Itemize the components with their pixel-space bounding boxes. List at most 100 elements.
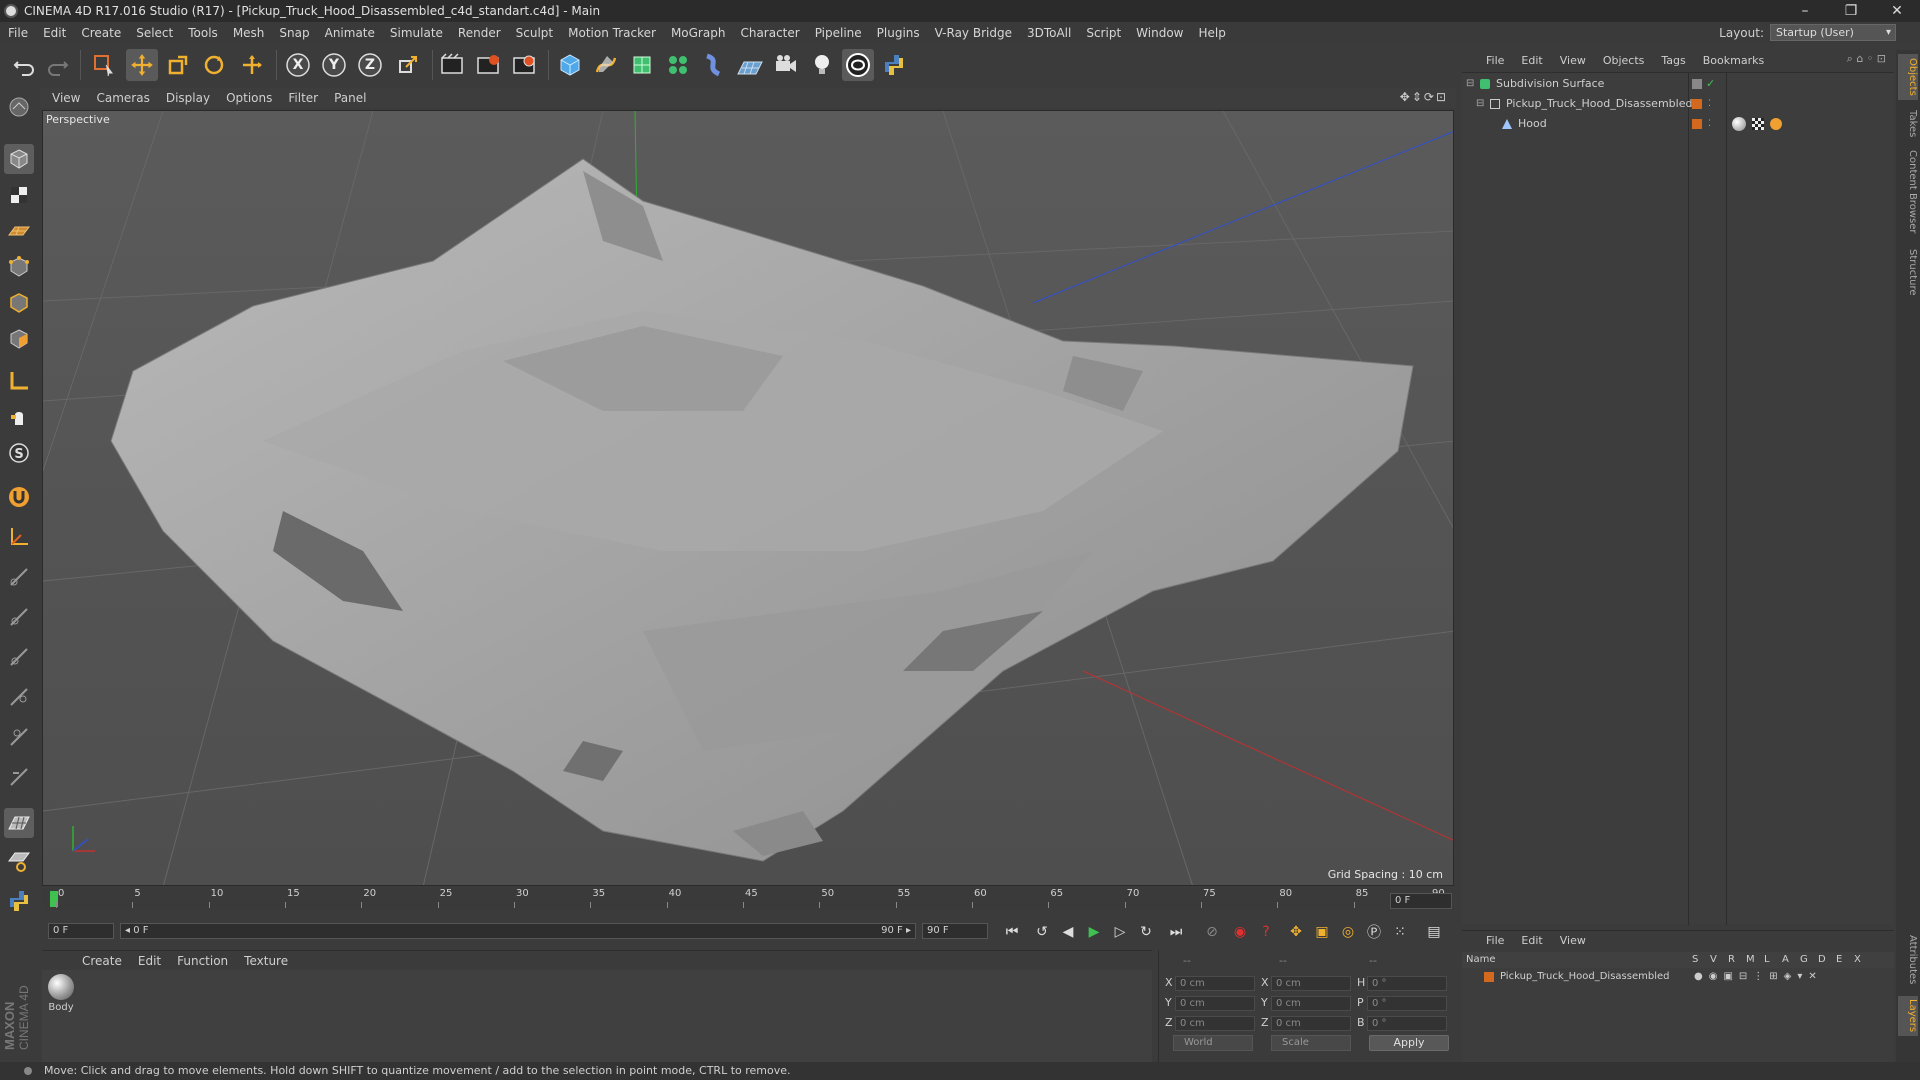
menu-motion-tracker[interactable]: Motion Tracker [568,26,656,40]
workplane-mode-icon[interactable] [4,216,34,246]
solo-mode-icon[interactable]: S [4,438,34,468]
menu-animate[interactable]: Animate [325,26,375,40]
material-tag-icon[interactable] [1732,117,1746,131]
menu-character[interactable]: Character [740,26,799,40]
rot-b-field[interactable]: 0 ° [1367,1016,1447,1031]
previous-key-icon[interactable]: ↺ [1030,920,1054,944]
apply-button[interactable]: Apply [1369,1035,1449,1051]
tab-content-browser[interactable]: Content Browser [1898,146,1918,238]
camera-label[interactable]: Perspective [46,113,110,126]
viewport-navigation-icons[interactable]: ✥⇕⟳⊡ [1400,90,1448,104]
layer-toggle-icons[interactable]: ●◉▣⊟⋮⊞◈▾✕ [1694,968,1823,986]
key-scale-icon[interactable]: ▣ [1310,920,1334,944]
object-menu-objects[interactable]: Objects [1603,54,1645,67]
material-menu-create[interactable]: Create [82,954,122,968]
pos-y-field[interactable]: 0 cm [1175,996,1255,1011]
rotate-tool-icon[interactable] [198,49,230,81]
collapse-toggle-icon[interactable]: ⊟ [1466,75,1474,93]
brush-tool-icon[interactable] [4,562,34,592]
record-keys-off-icon[interactable]: ⊘ [1200,920,1224,944]
viewport-menu-cameras[interactable]: Cameras [96,91,149,105]
tab-objects[interactable]: Objects [1898,54,1918,100]
minimize-button[interactable]: – [1782,0,1828,22]
go-to-start-icon[interactable]: ⏮ [1000,920,1024,944]
scale-tool-icon[interactable] [162,49,194,81]
menu-render[interactable]: Render [458,26,501,40]
render-settings-icon[interactable] [508,49,540,81]
material-swatch-body[interactable]: Body [46,974,76,1013]
layer-color-chip[interactable] [1692,119,1702,129]
menu-mesh[interactable]: Mesh [233,26,265,40]
rot-h-field[interactable]: 0 ° [1367,976,1447,991]
menu-tools[interactable]: Tools [188,26,218,40]
key-parameter-icon[interactable]: Ⓟ [1362,920,1386,944]
rot-p-field[interactable]: 0 ° [1367,996,1447,1011]
viewport-menu-filter[interactable]: Filter [288,91,318,105]
layer-color-chip[interactable] [1692,99,1702,109]
render-view-icon[interactable] [436,49,468,81]
workplane-axis-icon[interactable] [4,522,34,552]
texture-mode-icon[interactable] [4,180,34,210]
menu-window[interactable]: Window [1136,26,1183,40]
y-axis-lock-button[interactable]: Y [318,49,350,81]
current-frame-display[interactable]: 0 F [1390,893,1452,909]
range-slider[interactable]: ◂ 0 F 90 F ▸ [120,923,916,939]
viewport-menu-display[interactable]: Display [166,91,210,105]
edges-mode-icon[interactable] [4,288,34,318]
size-mode-dropdown[interactable]: Scale [1271,1035,1351,1051]
layer-row[interactable]: Pickup_Truck_Hood_Disassembled ●◉▣⊟⋮⊞◈▾✕ [1462,968,1894,986]
uv-grid-icon[interactable] [4,808,34,838]
object-row-subdivision-surface[interactable]: ⊟ Subdivision Surface ✓ [1462,75,1894,93]
size-y-field[interactable]: 0 cm [1271,996,1351,1011]
menu-3dtoall[interactable]: 3DToAll [1027,26,1071,40]
previous-frame-icon[interactable]: ◀ [1056,920,1080,944]
layer-menu-file[interactable]: File [1486,934,1504,947]
restore-button[interactable]: ❐ [1828,0,1874,22]
material-menu-edit[interactable]: Edit [138,954,161,968]
start-frame-field[interactable]: 0 F [48,923,114,939]
tab-structure[interactable]: Structure [1898,244,1918,300]
go-to-end-icon[interactable]: ⏭ [1164,920,1188,944]
tweak-mode-icon[interactable] [4,402,34,432]
next-frame-icon[interactable]: ▷ [1108,920,1132,944]
redo-icon[interactable] [42,49,74,81]
camera-icon[interactable] [770,49,802,81]
size-x-field[interactable]: 0 cm [1271,976,1351,991]
next-key-icon[interactable]: ↻ [1134,920,1158,944]
keyframe-selection-icon[interactable]: ? [1254,920,1278,944]
menu-sculpt[interactable]: Sculpt [516,26,553,40]
menu-create[interactable]: Create [81,26,121,40]
paint-setup-icon[interactable] [4,846,34,876]
viewport-menu-options[interactable]: Options [226,91,272,105]
enabled-check-icon[interactable]: ✓ [1706,75,1715,93]
menu-simulate[interactable]: Simulate [390,26,443,40]
viewport-menu-panel[interactable]: Panel [334,91,366,105]
uvw-tag-icon[interactable] [1752,118,1764,130]
play-forward-icon[interactable]: ▶ [1082,920,1106,944]
smooth-tool-icon[interactable] [4,722,34,752]
cube-primitive-icon[interactable] [554,49,586,81]
multi-transform-icon[interactable] [236,49,268,81]
make-editable-icon[interactable] [4,92,34,122]
key-rotation-icon[interactable]: ◎ [1336,920,1360,944]
sculpt-brush-icon[interactable] [4,762,34,792]
python-icon[interactable] [878,49,910,81]
subdivision-surface-icon[interactable] [626,49,658,81]
python-console-icon[interactable] [4,886,34,916]
enable-axis-icon[interactable] [4,366,34,396]
menu-snap[interactable]: Snap [279,26,309,40]
menu-script[interactable]: Script [1086,26,1121,40]
layer-color-swatch[interactable] [1484,972,1494,982]
key-point-level-icon[interactable]: ⁙ [1388,920,1412,944]
size-z-field[interactable]: 0 cm [1271,1016,1351,1031]
viewport-menu-view[interactable]: View [52,91,80,105]
close-button[interactable]: ✕ [1874,0,1920,22]
points-mode-icon[interactable] [4,252,34,282]
timeline-window-icon[interactable]: ▤ [1422,920,1446,944]
key-position-icon[interactable]: ✥ [1284,920,1308,944]
tab-takes[interactable]: Takes [1898,106,1918,142]
render-picture-viewer-icon[interactable] [472,49,504,81]
cloner-icon[interactable] [662,49,694,81]
visibility-dots-icon[interactable]: ⁚ [1708,95,1711,113]
move-tool-icon[interactable] [126,49,158,81]
